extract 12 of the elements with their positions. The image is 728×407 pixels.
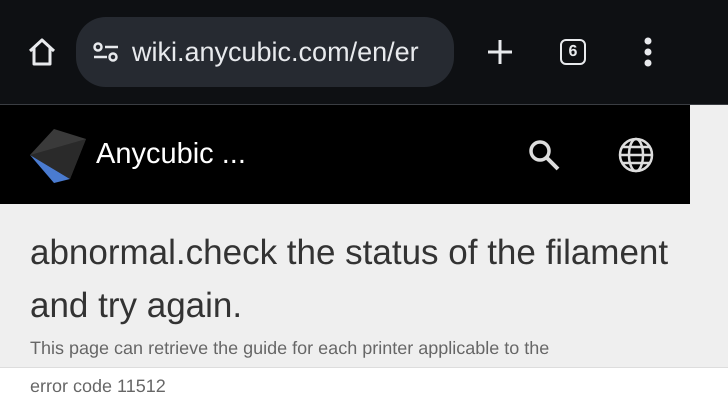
search-icon[interactable] — [528, 138, 560, 170]
home-icon[interactable] — [26, 36, 58, 68]
intro-text: This page can retrieve the guide for each printer applicable to the — [30, 338, 550, 359]
globe-icon[interactable] — [618, 136, 654, 172]
url-text: wiki.anycubic.com/en/er — [132, 36, 419, 68]
site-settings-icon[interactable] — [92, 41, 120, 63]
article-heading: abnormal.check the status of the filament and try again. — [29, 232, 670, 327]
intro-text: error code 11512 — [30, 376, 166, 396]
more-menu-icon[interactable] — [644, 37, 652, 67]
new-tab-icon[interactable] — [486, 38, 514, 66]
address-bar[interactable]: wiki.anycubic.com/en/er — [76, 17, 454, 87]
tab-count-button[interactable]: 6 — [560, 39, 586, 65]
